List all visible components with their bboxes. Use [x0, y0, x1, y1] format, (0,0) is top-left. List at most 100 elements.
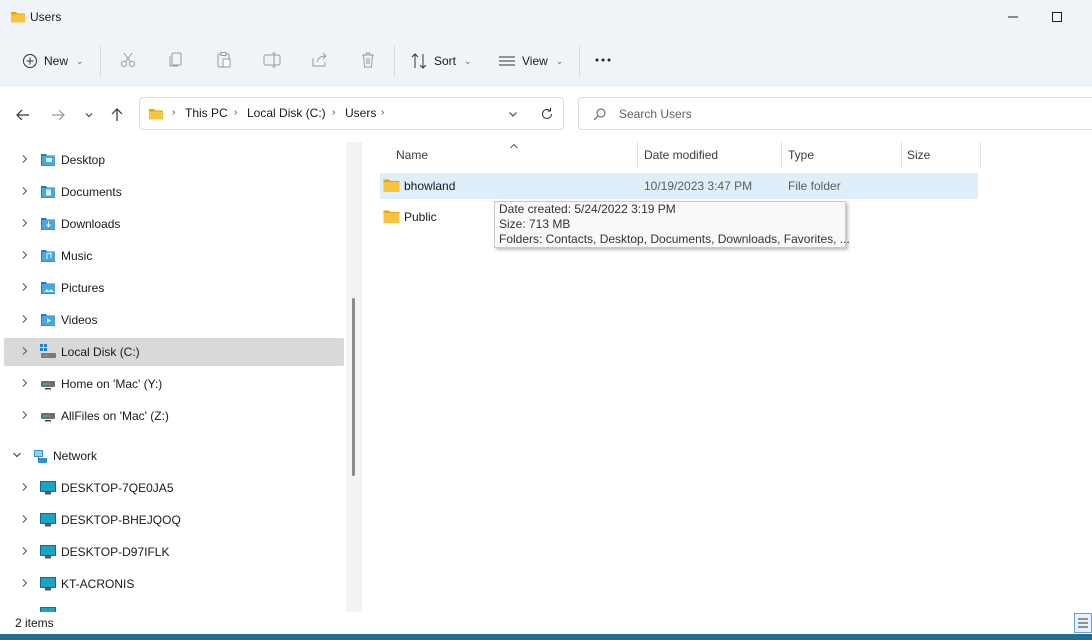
- recent-locations-button[interactable]: [78, 104, 100, 126]
- view-button[interactable]: View ⌄: [498, 46, 563, 76]
- file-date: 10/19/2023 3:47 PM: [644, 179, 753, 193]
- status-bar: 2 items: [0, 612, 1092, 634]
- network-icon: [34, 450, 47, 463]
- documents-folder-icon: [41, 186, 55, 198]
- toolbar-divider: [579, 46, 580, 76]
- refresh-icon[interactable]: [540, 107, 554, 121]
- computer-icon: [40, 577, 56, 591]
- navigation-scrollbar[interactable]: [346, 142, 362, 612]
- chevron-down-icon: ⌄: [555, 55, 564, 66]
- computer-icon: [40, 481, 56, 495]
- chevron-right-icon[interactable]: [20, 546, 30, 556]
- folder-icon: [383, 179, 400, 192]
- new-button[interactable]: New ⌄: [22, 46, 84, 76]
- nav-item-label: KT-ACRONIS: [61, 577, 135, 591]
- tooltip-folders: Folders: Contacts, Desktop, Documents, D…: [499, 232, 850, 246]
- column-header-date[interactable]: Date modified: [644, 148, 718, 162]
- chevron-right-icon[interactable]: [20, 514, 30, 524]
- chevron-right-icon[interactable]: [20, 218, 30, 228]
- folder-icon: [383, 210, 400, 223]
- copy-icon[interactable]: [166, 50, 186, 70]
- file-name: bhowland: [404, 179, 456, 193]
- column-divider[interactable]: [980, 142, 981, 168]
- sort-icon: [411, 53, 427, 69]
- chevron-down-icon[interactable]: [508, 109, 518, 119]
- details-view-button[interactable]: [1074, 613, 1092, 633]
- nav-item-local-disk[interactable]: Local Disk (C:): [4, 338, 344, 366]
- details-view-icon: [1078, 618, 1088, 628]
- forward-button[interactable]: [47, 104, 69, 126]
- arrow-left-icon: [16, 109, 29, 121]
- nav-item-label: Downloads: [61, 217, 121, 231]
- breadcrumb-this-pc[interactable]: This PC: [185, 106, 228, 120]
- paste-icon[interactable]: [214, 50, 234, 70]
- chevron-right-icon[interactable]: [20, 282, 30, 292]
- nav-item-partial: [4, 602, 344, 612]
- search-input[interactable]: Search Users: [619, 107, 692, 121]
- sort-button[interactable]: Sort ⌄: [410, 46, 472, 76]
- share-icon[interactable]: [310, 50, 330, 70]
- nav-item-label: Documents: [61, 185, 122, 199]
- cut-icon[interactable]: [118, 50, 138, 70]
- maximize-button[interactable]: [1034, 0, 1080, 34]
- address-bar[interactable]: › This PC › Local Disk (C:) › Users ›: [139, 97, 564, 130]
- maximize-icon: [1052, 12, 1062, 22]
- column-divider[interactable]: [637, 142, 638, 168]
- chevron-right-icon[interactable]: [20, 578, 30, 588]
- breadcrumb-users[interactable]: Users: [345, 106, 376, 120]
- nav-item-label: Desktop: [61, 153, 106, 167]
- search-box[interactable]: Search Users: [578, 97, 1092, 130]
- nav-item-allfiles-mac[interactable]: AllFiles on 'Mac' (Z:): [4, 402, 344, 430]
- column-header-size[interactable]: Size: [907, 148, 930, 162]
- nav-item-label: Music: [61, 249, 93, 263]
- column-header-type[interactable]: Type: [788, 148, 814, 162]
- view-label: View: [522, 54, 548, 68]
- nav-item-computer[interactable]: DESKTOP-BHEJQOQ: [4, 506, 344, 534]
- toolbar-divider: [394, 46, 395, 76]
- videos-folder-icon: [41, 314, 55, 326]
- up-button[interactable]: [106, 104, 128, 126]
- file-row[interactable]: bhowland 10/19/2023 3:47 PM File folder: [380, 173, 978, 199]
- back-button[interactable]: [12, 104, 34, 126]
- chevron-down-icon: ⌄: [464, 55, 472, 66]
- minimize-button[interactable]: [990, 0, 1036, 34]
- nav-item-downloads[interactable]: Downloads: [4, 210, 344, 238]
- desktop-folder-icon: [41, 154, 55, 166]
- scrollbar-thumb[interactable]: [352, 298, 355, 476]
- nav-item-home-mac[interactable]: Home on 'Mac' (Y:): [4, 370, 344, 398]
- delete-icon[interactable]: [358, 50, 378, 70]
- chevron-right-icon[interactable]: [20, 186, 30, 196]
- nav-item-network[interactable]: Network: [4, 442, 344, 470]
- column-header-name[interactable]: Name: [396, 148, 428, 162]
- breadcrumb-local-disk[interactable]: Local Disk (C:): [247, 106, 326, 120]
- nav-item-computer[interactable]: DESKTOP-D97IFLK: [4, 538, 344, 566]
- nav-item-label: DESKTOP-7QE0JA5: [61, 481, 174, 495]
- arrow-right-icon: [52, 109, 65, 121]
- pictures-folder-icon: [41, 282, 55, 294]
- chevron-right-icon[interactable]: [20, 314, 30, 324]
- nav-item-label: DESKTOP-D97IFLK: [61, 545, 170, 559]
- chevron-right-icon[interactable]: [20, 154, 30, 164]
- rename-icon[interactable]: [262, 50, 282, 70]
- column-divider[interactable]: [781, 142, 782, 168]
- nav-item-desktop[interactable]: Desktop: [4, 146, 344, 174]
- nav-item-music[interactable]: Music: [4, 242, 344, 270]
- tooltip-date-created: Date created: 5/24/2022 3:19 PM: [499, 202, 676, 216]
- chevron-right-icon[interactable]: [20, 346, 30, 356]
- chevron-right-icon[interactable]: [20, 410, 30, 420]
- nav-item-computer[interactable]: DESKTOP-7QE0JA5: [4, 474, 344, 502]
- nav-item-label: Home on 'Mac' (Y:): [61, 377, 163, 391]
- more-icon[interactable]: [593, 50, 613, 70]
- chevron-down-icon[interactable]: [12, 450, 22, 460]
- title-bar: Users: [0, 0, 1092, 36]
- chevron-right-icon[interactable]: [20, 482, 30, 492]
- nav-item-label: Pictures: [61, 281, 105, 295]
- nav-item-documents[interactable]: Documents: [4, 178, 344, 206]
- column-divider[interactable]: [901, 142, 902, 168]
- file-type: File folder: [788, 179, 841, 193]
- nav-item-videos[interactable]: Videos: [4, 306, 344, 334]
- nav-item-pictures[interactable]: Pictures: [4, 274, 344, 302]
- chevron-right-icon[interactable]: [20, 250, 30, 260]
- chevron-right-icon[interactable]: [20, 378, 30, 388]
- nav-item-computer[interactable]: KT-ACRONIS: [4, 570, 344, 598]
